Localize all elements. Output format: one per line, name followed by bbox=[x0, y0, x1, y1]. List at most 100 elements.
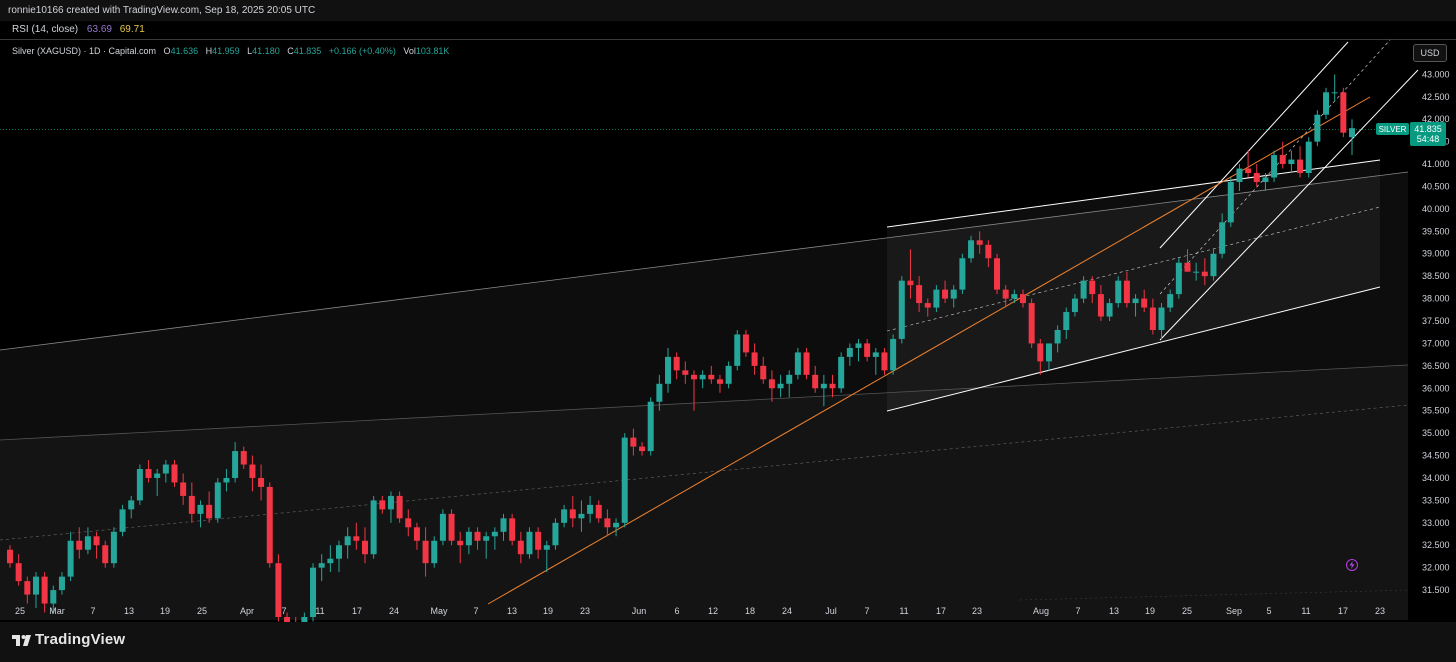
candle-body bbox=[872, 352, 879, 357]
candle-body bbox=[32, 576, 39, 595]
candle-body bbox=[639, 446, 646, 452]
channel-bands bbox=[0, 160, 1408, 620]
time-tick-label: Apr bbox=[240, 606, 254, 616]
time-tick-label: 13 bbox=[124, 606, 134, 616]
tradingview-brand[interactable]: TradingView bbox=[35, 631, 125, 648]
candle-body bbox=[258, 477, 265, 487]
time-tick-label: 11 bbox=[899, 606, 908, 616]
price-tick-label: 34.000 bbox=[1422, 473, 1450, 483]
candle-body bbox=[1262, 177, 1269, 182]
candle-body bbox=[197, 504, 204, 514]
candle-body bbox=[881, 352, 888, 371]
candle-body bbox=[474, 531, 481, 541]
candle-body bbox=[509, 518, 516, 541]
candle-body bbox=[327, 558, 334, 564]
candle-body bbox=[500, 518, 507, 532]
price-tag-countdown: 54:48 bbox=[1417, 134, 1440, 144]
time-tick-label: 13 bbox=[507, 606, 517, 616]
time-tick-label: 19 bbox=[1145, 606, 1155, 616]
close-value: 41.835 bbox=[293, 46, 322, 56]
candle-body bbox=[846, 347, 853, 357]
candle-body bbox=[336, 545, 343, 559]
candle-body bbox=[924, 303, 931, 308]
candle-body bbox=[249, 464, 256, 478]
time-tick-label: Aug bbox=[1033, 606, 1049, 616]
flash-icon[interactable] bbox=[1346, 559, 1358, 571]
candle-body bbox=[613, 522, 620, 528]
candle-body bbox=[794, 352, 801, 375]
candle-body bbox=[145, 469, 152, 478]
price-chart[interactable]: 43.00042.50042.00041.50041.00040.50040.0… bbox=[0, 0, 1456, 662]
symbol-tag-label: SILVER bbox=[1379, 125, 1407, 134]
last-price-tag: SILVER 41.835 54:48 bbox=[1376, 122, 1446, 146]
candle-body bbox=[985, 244, 992, 259]
candle-body bbox=[1037, 343, 1044, 362]
candle-body bbox=[24, 581, 31, 595]
candle-body bbox=[760, 365, 767, 380]
candle-body bbox=[448, 513, 455, 541]
candle-body bbox=[656, 383, 663, 402]
currency-button[interactable]: USD bbox=[1413, 44, 1447, 62]
candle-body bbox=[699, 374, 706, 380]
candle-body bbox=[431, 540, 438, 564]
tradingview-logo-icon[interactable] bbox=[12, 630, 32, 652]
candle-body bbox=[1011, 294, 1018, 299]
time-tick-label: 24 bbox=[389, 606, 399, 616]
footer-bar bbox=[0, 622, 1456, 662]
candle-body bbox=[7, 549, 13, 564]
time-tick-label: 25 bbox=[15, 606, 25, 616]
candle-body bbox=[812, 374, 819, 389]
candle-body bbox=[803, 352, 810, 375]
candle-body bbox=[561, 509, 568, 523]
candle-body bbox=[188, 495, 195, 514]
candle-body bbox=[1210, 253, 1217, 277]
symbol-legend[interactable]: Silver (XAGUSD) · 1D · Capital.com O41.6… bbox=[12, 46, 449, 56]
time-tick-label: 11 bbox=[315, 606, 324, 616]
candle-body bbox=[543, 545, 550, 550]
candle-body bbox=[864, 343, 871, 357]
candle-body bbox=[1019, 294, 1026, 304]
candle-body bbox=[1349, 128, 1355, 138]
price-tick-label: 32.000 bbox=[1422, 563, 1450, 573]
candle-body bbox=[907, 280, 914, 286]
time-tick-label: Mar bbox=[49, 606, 65, 616]
price-tick-label: 38.000 bbox=[1422, 294, 1450, 304]
price-tick-label: 37.000 bbox=[1422, 338, 1450, 348]
high-value: 41.959 bbox=[212, 46, 240, 56]
time-tick-label: 7 bbox=[90, 606, 95, 616]
candle-body bbox=[344, 536, 351, 546]
candle-body bbox=[1245, 168, 1252, 174]
candle-body bbox=[820, 383, 827, 389]
time-tick-label: Jun bbox=[632, 606, 647, 616]
candle-body bbox=[647, 401, 654, 452]
price-tick-label: 35.000 bbox=[1422, 428, 1450, 438]
candle-body bbox=[890, 338, 897, 371]
candle-body bbox=[976, 240, 983, 245]
candle-body bbox=[1227, 181, 1234, 223]
candle-body bbox=[58, 576, 65, 591]
candle-body bbox=[708, 374, 715, 380]
candle-body bbox=[630, 437, 637, 447]
price-tick-label: 33.500 bbox=[1422, 495, 1450, 505]
candle-body bbox=[50, 590, 57, 604]
candle-body bbox=[690, 374, 697, 380]
price-tick-label: 36.500 bbox=[1422, 361, 1450, 371]
candle-body bbox=[1167, 294, 1174, 308]
candle-body bbox=[102, 545, 109, 564]
change-value: +0.166 (+0.40%) bbox=[328, 46, 396, 56]
candle-body bbox=[517, 540, 524, 555]
candle-body bbox=[968, 240, 975, 259]
volume-key: Vol bbox=[403, 46, 416, 56]
time-tick-label: 7 bbox=[473, 606, 478, 616]
time-tick-label: 11 bbox=[1301, 606, 1310, 616]
candle-body bbox=[41, 576, 48, 604]
candle-body bbox=[180, 482, 187, 496]
candle-body bbox=[1149, 307, 1156, 330]
candle-body bbox=[128, 500, 135, 510]
time-tick-label: May bbox=[430, 606, 448, 616]
candle-body bbox=[84, 536, 91, 550]
candle-body bbox=[379, 500, 386, 510]
candle-body bbox=[673, 356, 680, 371]
candle-body bbox=[1028, 303, 1035, 344]
candle-body bbox=[1054, 329, 1061, 344]
